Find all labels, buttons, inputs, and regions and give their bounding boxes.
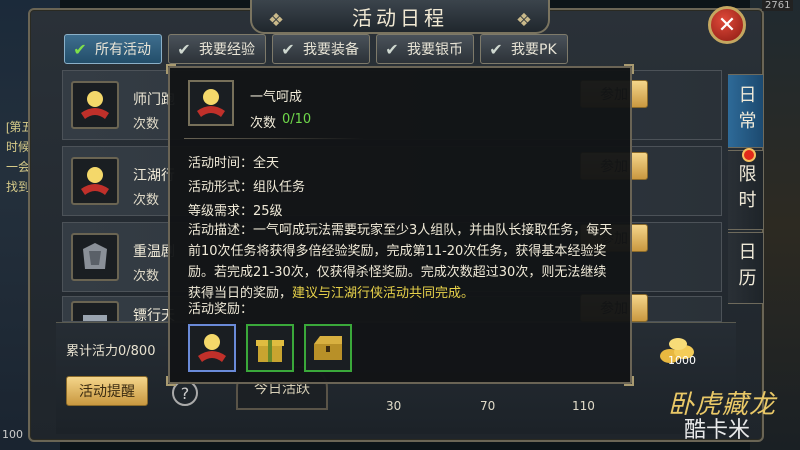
hud-value: 100 (2, 428, 23, 441)
activity-count-label: 次数 (133, 193, 160, 208)
activity-scroll-icon (188, 80, 234, 126)
background-chat-text: 找到 (6, 180, 31, 194)
activity-form: 活动形式：组队任务 (188, 180, 306, 195)
tab-label: 所有活动 (95, 42, 151, 58)
corner-ornament (166, 376, 176, 386)
popup-count-label: 次数 (250, 116, 277, 131)
tab-pk[interactable]: ✔ 我要PK (480, 34, 568, 64)
activity-detail-popup: 一气呵成 次数 0/10 活动时间：全天 活动形式：组队任务 等级需求：25级 … (166, 64, 634, 386)
level-requirement: 等级需求：25级 (188, 204, 283, 219)
tab-label: 我要经验 (199, 42, 255, 58)
side-tab-label: 日常 (735, 85, 757, 137)
tab-experience[interactable]: ✔ 我要经验 (168, 34, 266, 64)
corner-ornament (624, 64, 634, 74)
corner-ornament (166, 64, 176, 74)
check-icon: ✔ (489, 39, 503, 59)
popup-count-value: 0/10 (282, 112, 312, 127)
activity-remind-button[interactable]: 活动提醒 (66, 376, 148, 406)
background-chat-text: 一会 (6, 160, 31, 174)
page-title: 活动日程 (352, 5, 448, 30)
close-button[interactable]: ✕ (708, 6, 746, 44)
check-icon: ✔ (73, 39, 87, 59)
activity-armor-icon (71, 233, 119, 281)
tab-silver[interactable]: ✔ 我要银币 (376, 34, 474, 64)
check-icon: ✔ (177, 39, 191, 59)
reward-treasure-box-icon[interactable] (304, 324, 352, 372)
vitality-milestone: 110 (572, 399, 595, 413)
tab-label: 我要PK (511, 42, 557, 58)
divider (184, 138, 364, 139)
coins-amount: 1000 (668, 354, 696, 367)
reward-label: 活动奖励： (188, 302, 254, 317)
close-icon: ✕ (717, 12, 737, 38)
notification-dot (742, 148, 756, 162)
tab-all-activities[interactable]: ✔ 所有活动 (64, 34, 162, 64)
description-highlight: 建议与江湖行侠活动共同完成。 (292, 286, 475, 301)
activity-description: 活动描述：一气呵成玩法需要玩家至少3人组队，并由队长接取任务，每天前10次任务将… (188, 220, 618, 304)
vitality-counter: 累计活力0/800 (66, 344, 156, 359)
activity-scroll-icon (71, 157, 119, 205)
activity-time: 活动时间：全天 (188, 156, 280, 171)
check-icon: ✔ (281, 39, 295, 59)
activity-escort-icon (71, 301, 119, 321)
reward-scroll-icon[interactable] (188, 324, 236, 372)
title-bar: ❖ 活动日程 ❖ (250, 0, 550, 34)
title-ornament-left-icon: ❖ (268, 10, 285, 31)
activity-count-label: 次数 (133, 269, 160, 284)
tab-equipment[interactable]: ✔ 我要装备 (272, 34, 370, 64)
vitality-milestone: 70 (480, 399, 496, 413)
vitality-milestone: 30 (386, 399, 402, 413)
filter-tabs: ✔ 所有活动 ✔ 我要经验 ✔ 我要装备 ✔ 我要银币 ✔ 我要PK (64, 34, 568, 64)
side-tab-daily[interactable]: 日常 (728, 74, 764, 148)
side-tab-label: 日历 (735, 242, 757, 294)
activity-scroll-icon (71, 81, 119, 129)
tab-label: 我要装备 (303, 42, 359, 58)
reward-gift-box-icon[interactable] (246, 324, 294, 372)
side-tab-calendar[interactable]: 日历 (728, 232, 764, 304)
corner-ornament (624, 376, 634, 386)
activity-count-label: 次数 (133, 117, 160, 132)
side-tab-limited[interactable]: 限时 (728, 150, 764, 230)
popup-activity-name: 一气呵成 (250, 90, 303, 105)
top-right-value: 2761 (762, 0, 794, 11)
tab-label: 我要银币 (407, 42, 463, 58)
check-icon: ✔ (385, 39, 399, 59)
site-watermark: 酷卡米 (684, 418, 751, 443)
side-tab-label: 限时 (735, 164, 757, 216)
title-ornament-right-icon: ❖ (515, 10, 532, 31)
